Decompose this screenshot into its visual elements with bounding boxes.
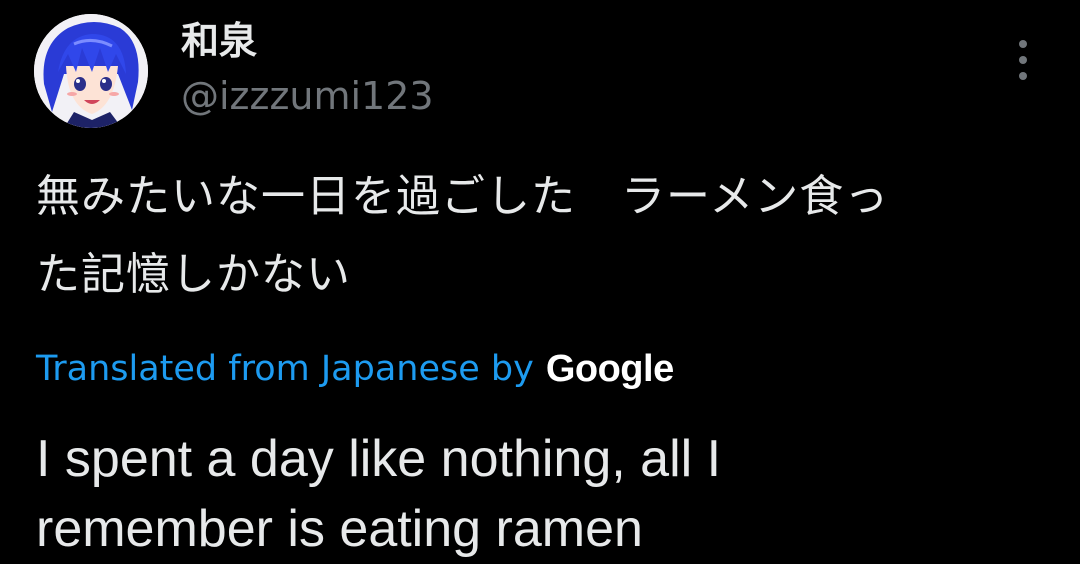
tweet-translation-text: I spent a day like nothing, all I rememb… [36, 424, 1046, 564]
translated-from-link[interactable]: Translated from Japanese by [36, 349, 534, 389]
tweet-original-text: 無みたいな一日を過ごした ラーメン食っ た記憶しかない [36, 158, 1046, 314]
translation-attribution: Translated from Japanese by Google [36, 344, 674, 394]
original-line: た記憶しかない [36, 249, 351, 300]
anime-avatar-icon [34, 14, 148, 128]
more-dot [1019, 72, 1027, 80]
original-line: 無みたいな一日を過ごした ラーメン食っ [36, 171, 890, 222]
more-dot [1019, 40, 1027, 48]
translation-line: remember is eating ramen [36, 500, 643, 558]
more-dot [1019, 56, 1027, 64]
tweet-card: 和泉 @izzzumi123 無みたいな一日を過ごした ラーメン食っ た記憶しか… [0, 0, 1080, 564]
avatar[interactable] [34, 14, 148, 128]
display-name[interactable]: 和泉 [181, 18, 257, 64]
translation-line: I spent a day like nothing, all I [36, 430, 722, 488]
user-handle[interactable]: @izzzumi123 [181, 72, 434, 120]
google-logo: Google [545, 347, 674, 390]
more-vertical-icon[interactable] [1006, 40, 1040, 80]
